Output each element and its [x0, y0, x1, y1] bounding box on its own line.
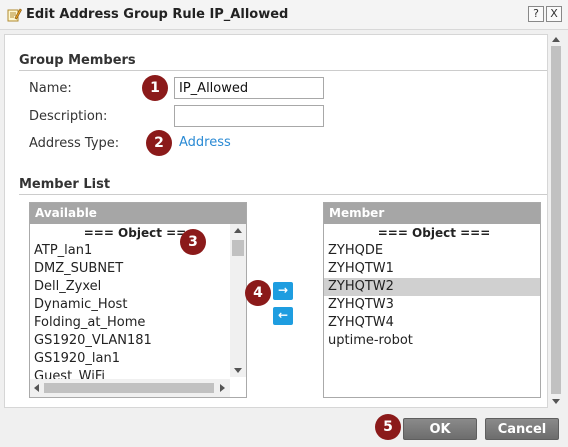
- list-item[interactable]: ZYHQTW1: [324, 260, 540, 278]
- group-members-title: Group Members: [19, 53, 136, 68]
- name-label: Name:: [29, 81, 72, 96]
- list-item[interactable]: ATP_lan1: [30, 242, 246, 260]
- dialog-content: Group Members Name: 1 Description: Addre…: [4, 34, 548, 408]
- list-item[interactable]: Dell_Zyxel: [30, 278, 246, 296]
- dialog-vertical-scrollbar[interactable]: [548, 34, 564, 408]
- list-item-selected[interactable]: ZYHQTW2: [324, 278, 540, 296]
- address-type-link[interactable]: Address: [179, 135, 231, 150]
- member-items: === Object === ZYHQDE ZYHQTW1 ZYHQTW2 ZY…: [324, 224, 540, 350]
- list-group-label: === Object ===: [377, 226, 491, 240]
- callout-badge-3: 3: [180, 229, 206, 255]
- help-button[interactable]: ?: [528, 6, 544, 22]
- available-horizontal-scrollbar[interactable]: [30, 379, 230, 397]
- close-button[interactable]: X: [546, 6, 562, 22]
- section-divider: [19, 70, 547, 71]
- scroll-up-icon[interactable]: [234, 228, 242, 233]
- list-item[interactable]: DMZ_SUBNET: [30, 260, 246, 278]
- list-item[interactable]: Dynamic_Host: [30, 296, 246, 314]
- scroll-left-icon[interactable]: [34, 384, 39, 392]
- scroll-down-icon[interactable]: [552, 399, 560, 404]
- scroll-thumb[interactable]: [232, 240, 244, 256]
- available-items: === Object === ATP_lan1 DMZ_SUBNET Dell_…: [30, 224, 246, 381]
- edit-icon: [7, 8, 22, 22]
- available-header: Available: [30, 203, 246, 224]
- member-list[interactable]: Member === Object === ZYHQDE ZYHQTW1 ZYH…: [323, 202, 541, 398]
- address-type-label: Address Type:: [29, 136, 120, 151]
- scroll-thumb[interactable]: [44, 383, 214, 393]
- cancel-button[interactable]: Cancel: [485, 418, 559, 440]
- scroll-thumb[interactable]: [551, 46, 561, 394]
- callout-badge-5: 5: [375, 414, 401, 440]
- member-header: Member: [324, 203, 540, 224]
- scroll-up-icon[interactable]: [552, 37, 560, 42]
- remove-member-button[interactable]: ←: [273, 307, 293, 325]
- list-item[interactable]: Folding_at_Home: [30, 314, 246, 332]
- name-field[interactable]: [174, 77, 324, 99]
- description-field[interactable]: [174, 105, 324, 127]
- callout-badge-1: 1: [142, 75, 168, 101]
- list-item[interactable]: ZYHQTW3: [324, 296, 540, 314]
- section-divider: [19, 194, 547, 195]
- list-item[interactable]: uptime-robot: [324, 332, 540, 350]
- list-item[interactable]: GS1920_lan1: [30, 350, 246, 368]
- available-list[interactable]: Available === Object === ATP_lan1 DMZ_SU…: [29, 202, 247, 398]
- title-bar: Edit Address Group Rule IP_Allowed ? X: [0, 0, 568, 30]
- scroll-right-icon[interactable]: [220, 384, 225, 392]
- callout-badge-2: 2: [146, 130, 172, 156]
- list-item[interactable]: GS1920_VLAN181: [30, 332, 246, 350]
- callout-badge-4: 4: [245, 280, 271, 306]
- description-label: Description:: [29, 109, 108, 124]
- list-item[interactable]: ZYHQTW4: [324, 314, 540, 332]
- ok-button[interactable]: OK: [403, 418, 477, 440]
- list-group-label: === Object ===: [83, 226, 197, 240]
- available-vertical-scrollbar[interactable]: [230, 224, 246, 377]
- add-member-button[interactable]: →: [273, 282, 293, 300]
- list-item[interactable]: ZYHQDE: [324, 242, 540, 260]
- member-list-title: Member List: [19, 177, 111, 192]
- scroll-down-icon[interactable]: [234, 368, 242, 373]
- window-title: Edit Address Group Rule IP_Allowed: [26, 7, 289, 22]
